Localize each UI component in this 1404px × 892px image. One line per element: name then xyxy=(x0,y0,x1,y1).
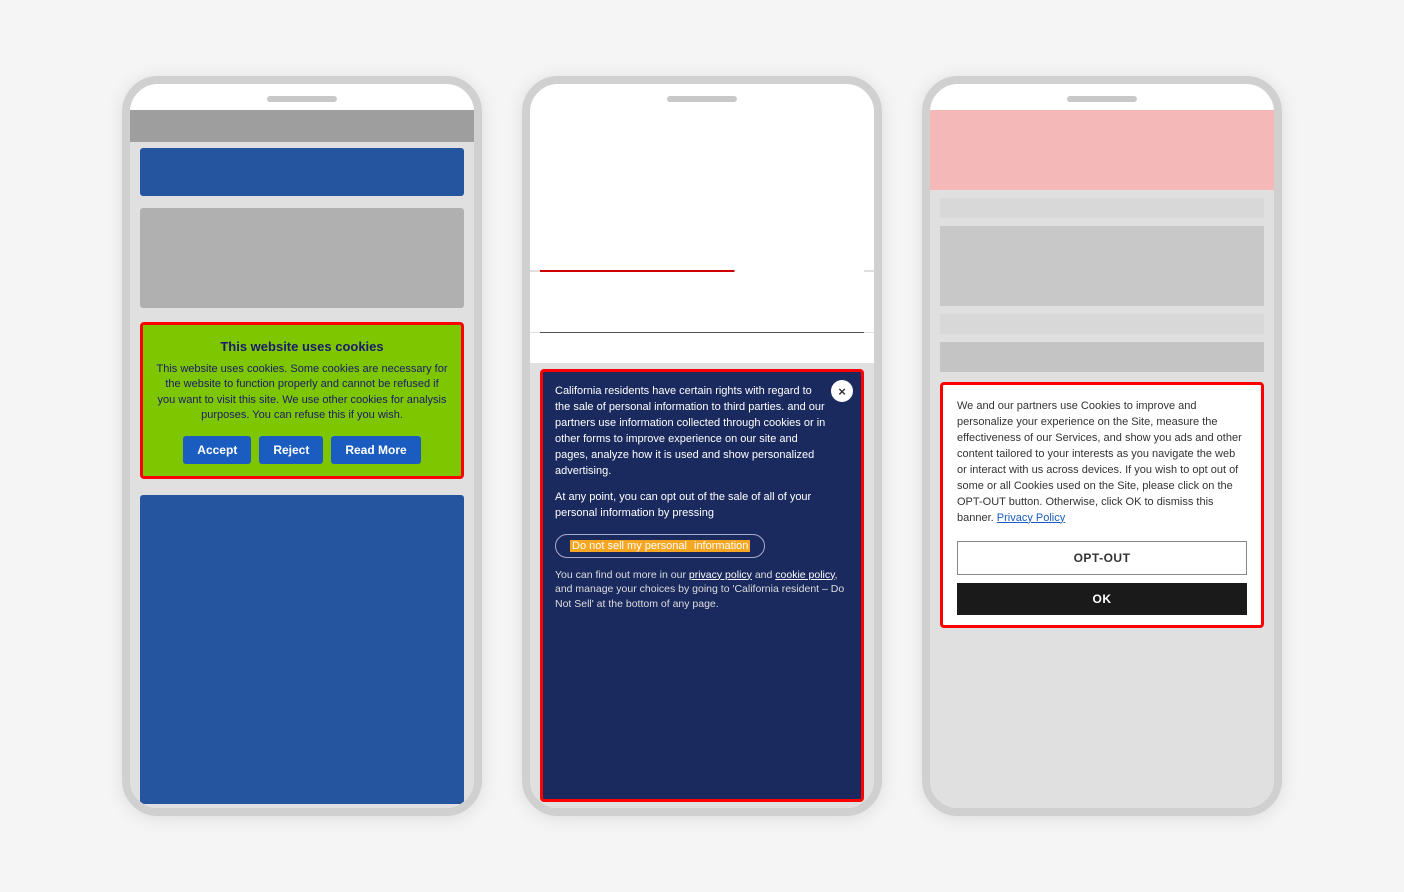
body-text-1: California residents have certain rights… xyxy=(555,385,812,413)
p3-gray3 xyxy=(940,314,1264,334)
cookie-banner-green: This website uses cookies This website u… xyxy=(140,322,464,479)
phone-2: × California residents have certain righ… xyxy=(522,76,882,816)
do-not-sell-button[interactable]: Do not sell my personal information xyxy=(555,534,765,558)
reject-button[interactable]: Reject xyxy=(259,436,323,464)
p3-gray2 xyxy=(940,226,1264,306)
p2-white-mid xyxy=(530,272,874,332)
close-button[interactable]: × xyxy=(831,380,853,402)
phone-screen-2: × California residents have certain righ… xyxy=(530,110,874,808)
privacy-policy-link-3[interactable]: Privacy Policy xyxy=(997,512,1065,524)
phone-speaker-2 xyxy=(667,96,737,102)
and-text: and xyxy=(752,569,775,581)
body-text-3: At any point, you can opt out of the sal… xyxy=(555,490,849,522)
p2-white-top xyxy=(530,110,874,270)
accept-button[interactable]: Accept xyxy=(183,436,251,464)
privacy-policy-link[interactable]: privacy policy xyxy=(689,569,752,581)
cookie-dark-body1: California residents have certain rights… xyxy=(555,384,849,480)
cookie-banner-green-title: This website uses cookies xyxy=(155,339,449,354)
cookie-banner-green-buttons: Accept Reject Read More xyxy=(155,436,449,464)
opt-out-highlighted: information xyxy=(692,540,750,552)
p1-gray-top xyxy=(130,110,474,142)
cookie-policy-link[interactable]: cookie policy xyxy=(775,569,834,581)
phone-screen-3: We and our partners use Cookies to impro… xyxy=(930,110,1274,808)
phone-1: This website uses cookies This website u… xyxy=(122,76,482,816)
p3-pink-block xyxy=(930,110,1274,190)
cookie-banner-green-body: This website uses cookies. Some cookies … xyxy=(155,362,449,424)
footer-text-1: You can find out more in our xyxy=(555,569,689,581)
cookie-banner-white: We and our partners use Cookies to impro… xyxy=(940,382,1264,628)
cookie-white-body: We and our partners use Cookies to impro… xyxy=(957,399,1247,527)
p2-white-small xyxy=(530,333,874,363)
cookie-dark-footer: You can find out more in our privacy pol… xyxy=(555,568,849,612)
phone-speaker-3 xyxy=(1067,96,1137,102)
phone-speaker-1 xyxy=(267,96,337,102)
p1-blue-bar xyxy=(140,148,464,196)
p3-gray4 xyxy=(940,342,1264,372)
opt-out-button[interactable]: OPT-OUT xyxy=(957,541,1247,575)
phone-3: We and our partners use Cookies to impro… xyxy=(922,76,1282,816)
p1-blue-bottom xyxy=(140,495,464,804)
read-more-button[interactable]: Read More xyxy=(331,436,420,464)
opt-out-text-1: Do not sell my personal xyxy=(570,540,692,552)
p3-gray1 xyxy=(940,198,1264,218)
cookie-banner-dark: × California residents have certain righ… xyxy=(540,369,864,802)
body-text-main: We and our partners use Cookies to impro… xyxy=(957,400,1242,524)
ok-button[interactable]: OK xyxy=(957,583,1247,615)
phone-screen-1: This website uses cookies This website u… xyxy=(130,110,474,808)
p1-gray-mid xyxy=(140,208,464,308)
